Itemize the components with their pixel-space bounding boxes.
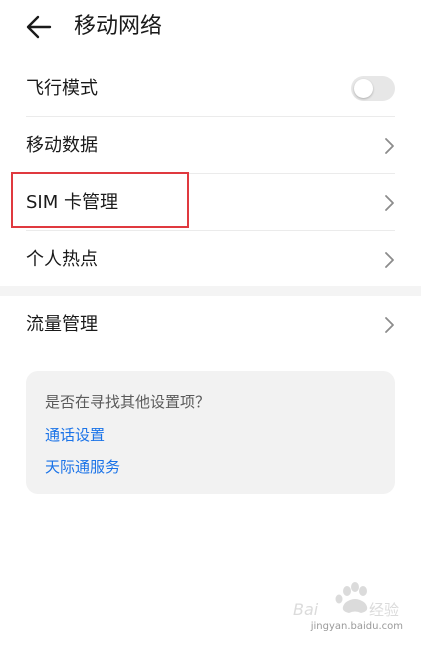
mobile-data-row[interactable]: 移动数据 bbox=[0, 117, 421, 174]
section-separator bbox=[0, 286, 421, 296]
toggle-knob bbox=[354, 79, 373, 98]
mobile-data-label: 移动数据 bbox=[26, 135, 98, 156]
suggestions-card: 是否在寻找其他设置项？ 通话设置 天际通服务 bbox=[26, 371, 395, 494]
hotspot-row[interactable]: 个人热点 bbox=[0, 231, 421, 288]
data-usage-row[interactable]: 流量管理 bbox=[0, 296, 421, 353]
suggestions-hint: 是否在寻找其他设置项？ bbox=[45, 393, 211, 411]
chevron-right-icon bbox=[385, 195, 394, 211]
svg-text:经验: 经验 bbox=[369, 601, 399, 619]
airplane-mode-toggle[interactable] bbox=[351, 76, 395, 101]
tianjitong-service-link[interactable]: 天际通服务 bbox=[45, 456, 120, 477]
page-title: 移动网络 bbox=[74, 14, 163, 39]
airplane-mode-row[interactable]: 飞行模式 bbox=[0, 60, 421, 117]
arrow-left-icon[interactable] bbox=[25, 13, 53, 41]
watermark-url: jingyan.baidu.com bbox=[310, 621, 403, 632]
hotspot-label: 个人热点 bbox=[26, 249, 98, 270]
chevron-right-icon bbox=[385, 317, 394, 333]
app-header: 移动网络 bbox=[0, 0, 421, 56]
data-usage-label: 流量管理 bbox=[26, 314, 98, 335]
airplane-mode-label: 飞行模式 bbox=[26, 78, 98, 99]
svg-text:Bai: Bai bbox=[293, 600, 319, 619]
chevron-right-icon bbox=[385, 252, 394, 268]
chevron-right-icon bbox=[385, 138, 394, 154]
call-settings-link[interactable]: 通话设置 bbox=[45, 424, 105, 445]
highlight-annotation-box bbox=[11, 172, 189, 228]
